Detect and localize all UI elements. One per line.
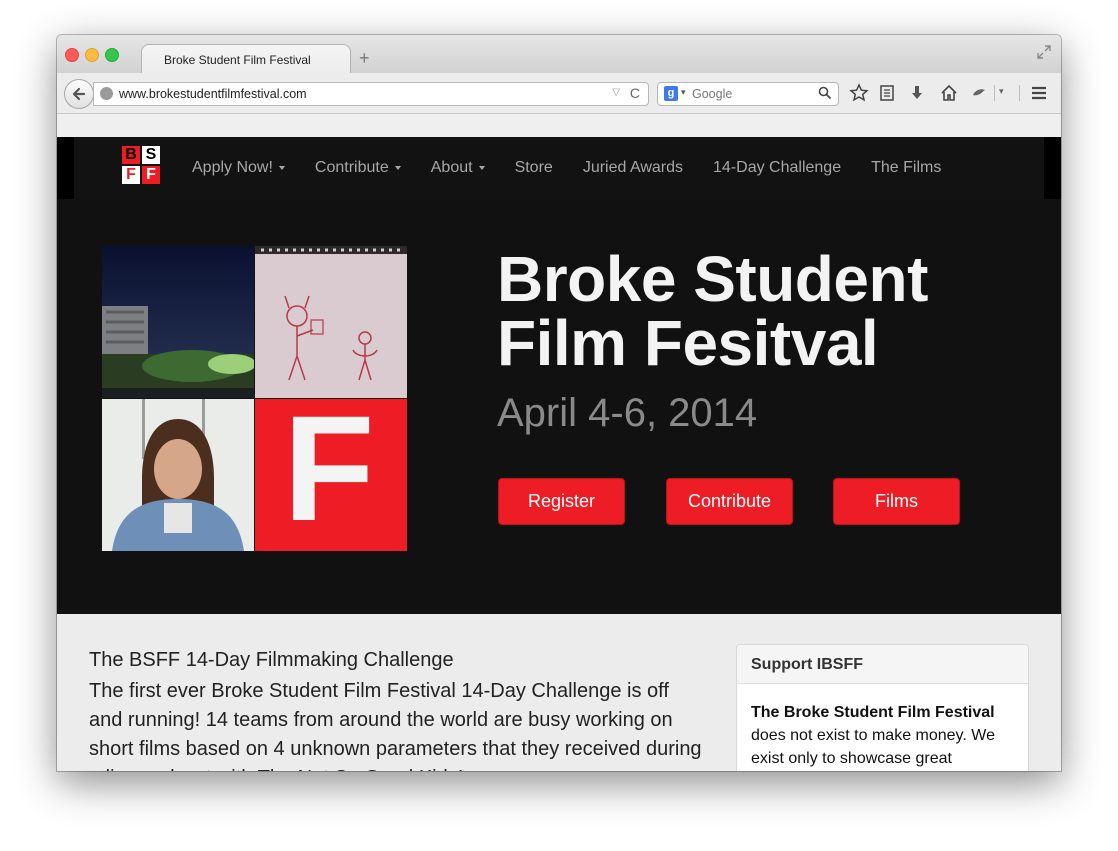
engine-dropdown-icon[interactable]: ▾ <box>681 87 686 98</box>
support-panel: Support IBSFF The Broke Student Film Fes… <box>736 644 1029 771</box>
article-title: The BSFF 14-Day Filmmaking Challenge <box>89 649 454 671</box>
tab-title: Broke Student Film Festival <box>164 53 311 67</box>
browser-window: Broke Student Film Festival + www.brokes… <box>57 35 1061 771</box>
content-section: The BSFF 14-Day Filmmaking Challenge The… <box>57 614 1061 771</box>
panel-body: The Broke Student Film Festival does not… <box>751 701 1016 770</box>
hero-title-line: Broke Student <box>497 243 928 315</box>
portrait-photo-image <box>102 399 254 551</box>
hero-title-line: Film Fesitval <box>497 307 879 379</box>
back-button[interactable] <box>64 79 94 109</box>
night-building-image <box>102 246 254 398</box>
fullscreen-icon[interactable] <box>1037 45 1051 59</box>
article-body: The first ever Broke Student Film Festiv… <box>89 680 702 771</box>
site-navbar-inner: B S F F Apply Now! Contribute About Stor… <box>74 137 1044 200</box>
close-window-button[interactable] <box>65 48 79 62</box>
url-bar[interactable]: www.brokestudentfilmfestival.com ▽ C <box>93 82 649 106</box>
back-arrow-icon <box>72 87 86 101</box>
logo-letter: B <box>122 146 140 164</box>
web-page: B S F F Apply Now! Contribute About Stor… <box>57 114 1061 771</box>
toolbar-separator <box>994 85 995 101</box>
minimize-window-button[interactable] <box>85 48 99 62</box>
nav-contribute[interactable]: Contribute <box>315 159 401 177</box>
bookmark-star-icon[interactable] <box>849 83 869 103</box>
collage-letter: F <box>283 399 375 551</box>
nav-juried-awards[interactable]: Juried Awards <box>583 159 683 177</box>
new-tab-button[interactable]: + <box>359 49 370 67</box>
search-bar[interactable]: g ▾ Google <box>657 82 839 106</box>
extension-icon[interactable] <box>969 83 989 103</box>
browser-tab[interactable]: Broke Student Film Festival <box>141 44 351 75</box>
url-history-dropdown-icon[interactable]: ▽ <box>612 87 620 98</box>
toolbar-separator <box>1019 85 1020 101</box>
panel-text: does not exist to make money. We exist o… <box>751 727 995 767</box>
site-navbar: B S F F Apply Now! Contribute About Stor… <box>57 137 1061 200</box>
logo-letter: F <box>122 166 140 184</box>
google-engine-icon[interactable]: g <box>664 86 678 101</box>
caret-down-icon <box>278 165 285 170</box>
logo-letter: S <box>142 146 160 164</box>
nav-label: About <box>430 159 473 176</box>
downloads-icon[interactable] <box>907 83 927 103</box>
hero-section: F Broke Student Film Fesitval April 4-6,… <box>57 199 1061 614</box>
extension-dropdown-icon[interactable]: ▾ <box>999 86 1004 97</box>
nav-the-films[interactable]: The Films <box>871 159 941 177</box>
zoom-window-button[interactable] <box>105 48 119 62</box>
search-placeholder: Google <box>692 87 733 101</box>
url-text: www.brokestudentfilmfestival.com <box>119 87 307 101</box>
caret-down-icon <box>394 165 401 170</box>
film-collage: F <box>102 246 407 551</box>
home-icon[interactable] <box>939 83 959 103</box>
nav-label: Contribute <box>314 159 389 176</box>
register-button[interactable]: Register <box>498 478 625 525</box>
reload-icon[interactable]: C <box>630 85 640 101</box>
logo-letter: F <box>142 166 160 184</box>
collage-letter-tile: F <box>255 399 407 551</box>
contribute-button[interactable]: Contribute <box>666 478 793 525</box>
panel-title: Support IBSFF <box>751 656 863 673</box>
navigation-toolbar: www.brokestudentfilmfestival.com ▽ C g ▾… <box>57 73 1061 114</box>
nav-14-day-challenge[interactable]: 14-Day Challenge <box>713 159 841 177</box>
site-nav-links: Apply Now! Contribute About Store Juried… <box>192 137 971 199</box>
title-bar: Broke Student Film Festival + <box>57 35 1061 75</box>
bsff-logo[interactable]: B S F F <box>122 146 162 186</box>
globe-icon <box>100 87 113 100</box>
nav-apply-now[interactable]: Apply Now! <box>192 159 285 177</box>
hero-date: April 4-6, 2014 <box>497 391 758 435</box>
films-button[interactable]: Films <box>833 478 960 525</box>
nav-store[interactable]: Store <box>515 159 553 177</box>
menu-icon[interactable] <box>1029 83 1049 103</box>
sketch-drawing-image <box>255 246 407 398</box>
hero-title: Broke Student Film Fesitval <box>497 247 1057 375</box>
nav-label: Apply Now! <box>192 159 273 176</box>
caret-down-icon <box>478 165 485 170</box>
nav-about[interactable]: About <box>431 159 485 177</box>
search-icon[interactable] <box>818 86 832 100</box>
bookmarks-menu-icon[interactable] <box>877 83 897 103</box>
panel-bold-text: The Broke Student Film Festival <box>751 704 995 721</box>
